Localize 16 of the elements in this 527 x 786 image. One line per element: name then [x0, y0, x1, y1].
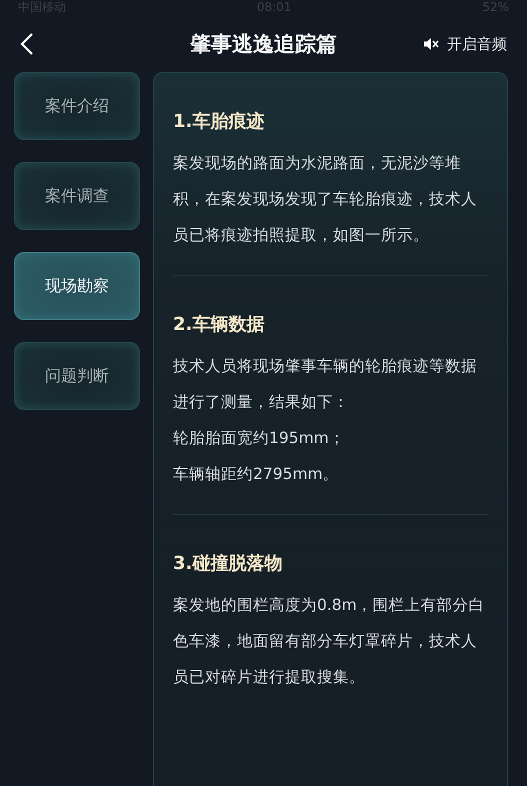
section-text: 案发地的围栏高度为0.8m，围栏上有部分白色车漆，地面留有部分车灯罩碎片，技术人员已对碎片进行提取搜集。 [173, 595, 486, 688]
section-title: 2.车辆数据 [173, 313, 266, 336]
sidebar-tab[interactable]: 现场勘察 [14, 252, 140, 320]
section-title: 3.碰撞脱落物 [173, 552, 284, 575]
back-icon[interactable] [20, 32, 34, 56]
audio-toggle[interactable]: 开启音频 [423, 34, 507, 54]
page-title: 肇事逃逸追踪篇 [190, 32, 337, 56]
section-title: 1.车胎痕迹 [173, 110, 266, 133]
section-text: 轮胎胎面宽约195mm； [173, 428, 346, 449]
section-text: 车辆轴距约2795mm。 [173, 464, 340, 485]
sidebar-tab[interactable]: 案件调查 [14, 162, 140, 230]
sidebar-tab[interactable]: 案件介绍 [14, 72, 140, 140]
section-text: 技术人员将现场肇事车辆的轮胎痕迹等数据进行了测量，结果如下： [173, 356, 478, 413]
speaker-icon [423, 37, 439, 51]
section-text: 案发现场的路面为水泥路面，无泥沙等堆积，在案发现场发现了车轮胎痕迹，技术人员已将痕迹拍照提取，如图一所示。 [173, 153, 478, 246]
sidebar-tab[interactable]: 问题判断 [14, 342, 140, 410]
